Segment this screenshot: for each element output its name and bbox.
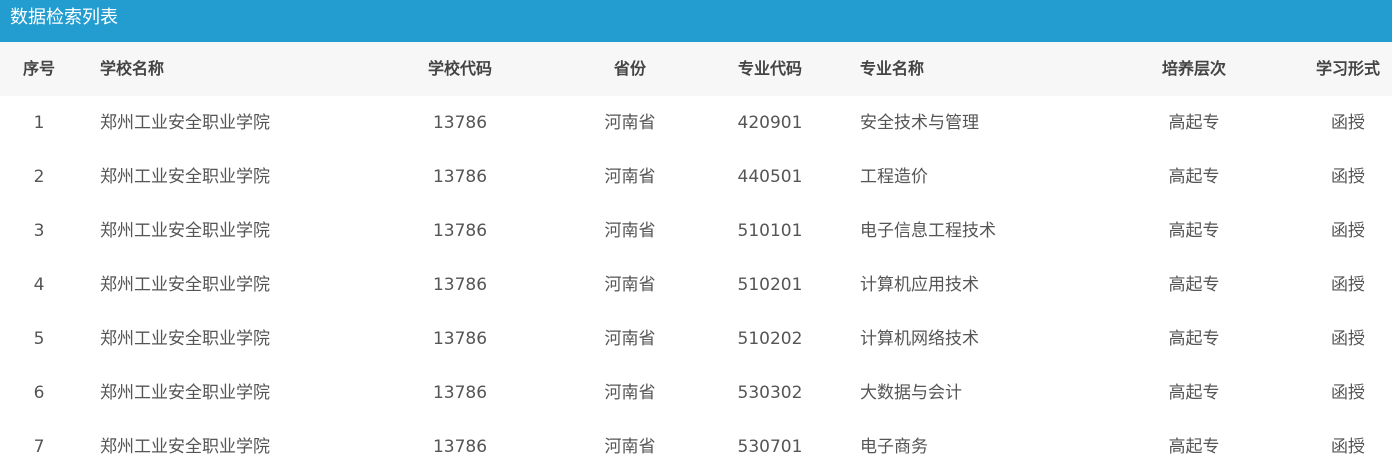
cell-major-code: 530302 (737, 383, 803, 403)
cell-school-code: 13786 (432, 329, 488, 349)
header-school-code: 学校代码 (427, 59, 492, 78)
cell-study-form: 函授 (1331, 383, 1365, 403)
cell-study-form: 函授 (1331, 221, 1365, 241)
cell-index: 6 (33, 383, 45, 403)
cell-major-name: 工程造价 (860, 167, 928, 187)
cell-school-code: 13786 (432, 221, 488, 241)
header-province: 省份 (613, 59, 646, 78)
cell-level: 高起专 (1168, 275, 1220, 295)
table-row: 2 郑州工业安全职业学院 13786 河南省 440501 工程造价 高起专 函… (0, 150, 1392, 204)
header-level: 培养层次 (1161, 59, 1226, 78)
cell-major-name: 大数据与会计 (860, 383, 962, 403)
cell-school-name: 郑州工业安全职业学院 (100, 275, 270, 295)
cell-major-code: 510101 (737, 221, 803, 241)
cell-province: 河南省 (604, 329, 656, 349)
cell-study-form: 函授 (1331, 167, 1365, 187)
table-body: 1 郑州工业安全职业学院 13786 河南省 420901 安全技术与管理 高起… (0, 96, 1392, 474)
table-row: 4 郑州工业安全职业学院 13786 河南省 510201 计算机应用技术 高起… (0, 258, 1392, 312)
cell-major-code: 510201 (737, 275, 803, 295)
table-row: 6 郑州工业安全职业学院 13786 河南省 530302 大数据与会计 高起专… (0, 366, 1392, 420)
cell-level: 高起专 (1168, 383, 1220, 403)
cell-level: 高起专 (1168, 329, 1220, 349)
cell-school-code: 13786 (432, 167, 488, 187)
cell-province: 河南省 (604, 383, 656, 403)
panel-title: 数据检索列表 (10, 7, 118, 28)
cell-index: 4 (33, 275, 45, 295)
cell-study-form: 函授 (1331, 113, 1365, 133)
cell-province: 河南省 (604, 167, 656, 187)
cell-school-code: 13786 (432, 113, 488, 133)
cell-index: 2 (33, 167, 45, 187)
data-table: 序号 学校名称 学校代码 省份 专业代码 专业名称 培养层次 学习形式 1 郑州… (0, 42, 1392, 474)
cell-study-form: 函授 (1331, 275, 1365, 295)
cell-index: 1 (33, 113, 45, 133)
cell-major-code: 440501 (737, 167, 803, 187)
cell-school-name: 郑州工业安全职业学院 (100, 113, 270, 133)
header-study-form: 学习形式 (1315, 59, 1380, 78)
cell-province: 河南省 (604, 113, 656, 133)
header-major-name: 专业名称 (860, 59, 925, 78)
cell-school-name: 郑州工业安全职业学院 (100, 221, 270, 241)
cell-school-code: 13786 (432, 383, 488, 403)
cell-school-name: 郑州工业安全职业学院 (100, 329, 270, 349)
cell-school-name: 郑州工业安全职业学院 (100, 383, 270, 403)
cell-major-name: 安全技术与管理 (860, 113, 979, 133)
cell-school-name: 郑州工业安全职业学院 (100, 167, 270, 187)
header-major-code: 专业代码 (737, 59, 802, 78)
cell-province: 河南省 (604, 275, 656, 295)
table-header-row: 序号 学校名称 学校代码 省份 专业代码 专业名称 培养层次 学习形式 (0, 42, 1392, 96)
cell-school-code: 13786 (432, 275, 488, 295)
header-index: 序号 (22, 59, 55, 78)
cell-province: 河南省 (604, 221, 656, 241)
header-school-name: 学校名称 (100, 59, 165, 78)
cell-level: 高起专 (1168, 113, 1220, 133)
cell-level: 高起专 (1168, 221, 1220, 241)
table-row: 1 郑州工业安全职业学院 13786 河南省 420901 安全技术与管理 高起… (0, 96, 1392, 150)
table-row: 3 郑州工业安全职业学院 13786 河南省 510101 电子信息工程技术 高… (0, 204, 1392, 258)
panel-title-bar: 数据检索列表 (0, 0, 1392, 42)
table-row: 5 郑州工业安全职业学院 13786 河南省 510202 计算机网络技术 高起… (0, 312, 1392, 366)
cell-major-name: 计算机网络技术 (860, 329, 979, 349)
cell-index: 5 (33, 329, 45, 349)
cell-study-form: 函授 (1331, 329, 1365, 349)
cell-major-code: 420901 (737, 113, 803, 133)
cell-level: 高起专 (1168, 167, 1220, 187)
cell-major-code: 510202 (737, 329, 803, 349)
cell-major-name: 电子信息工程技术 (860, 221, 996, 241)
cell-major-name: 计算机应用技术 (860, 275, 979, 295)
cell-index: 3 (33, 221, 45, 241)
